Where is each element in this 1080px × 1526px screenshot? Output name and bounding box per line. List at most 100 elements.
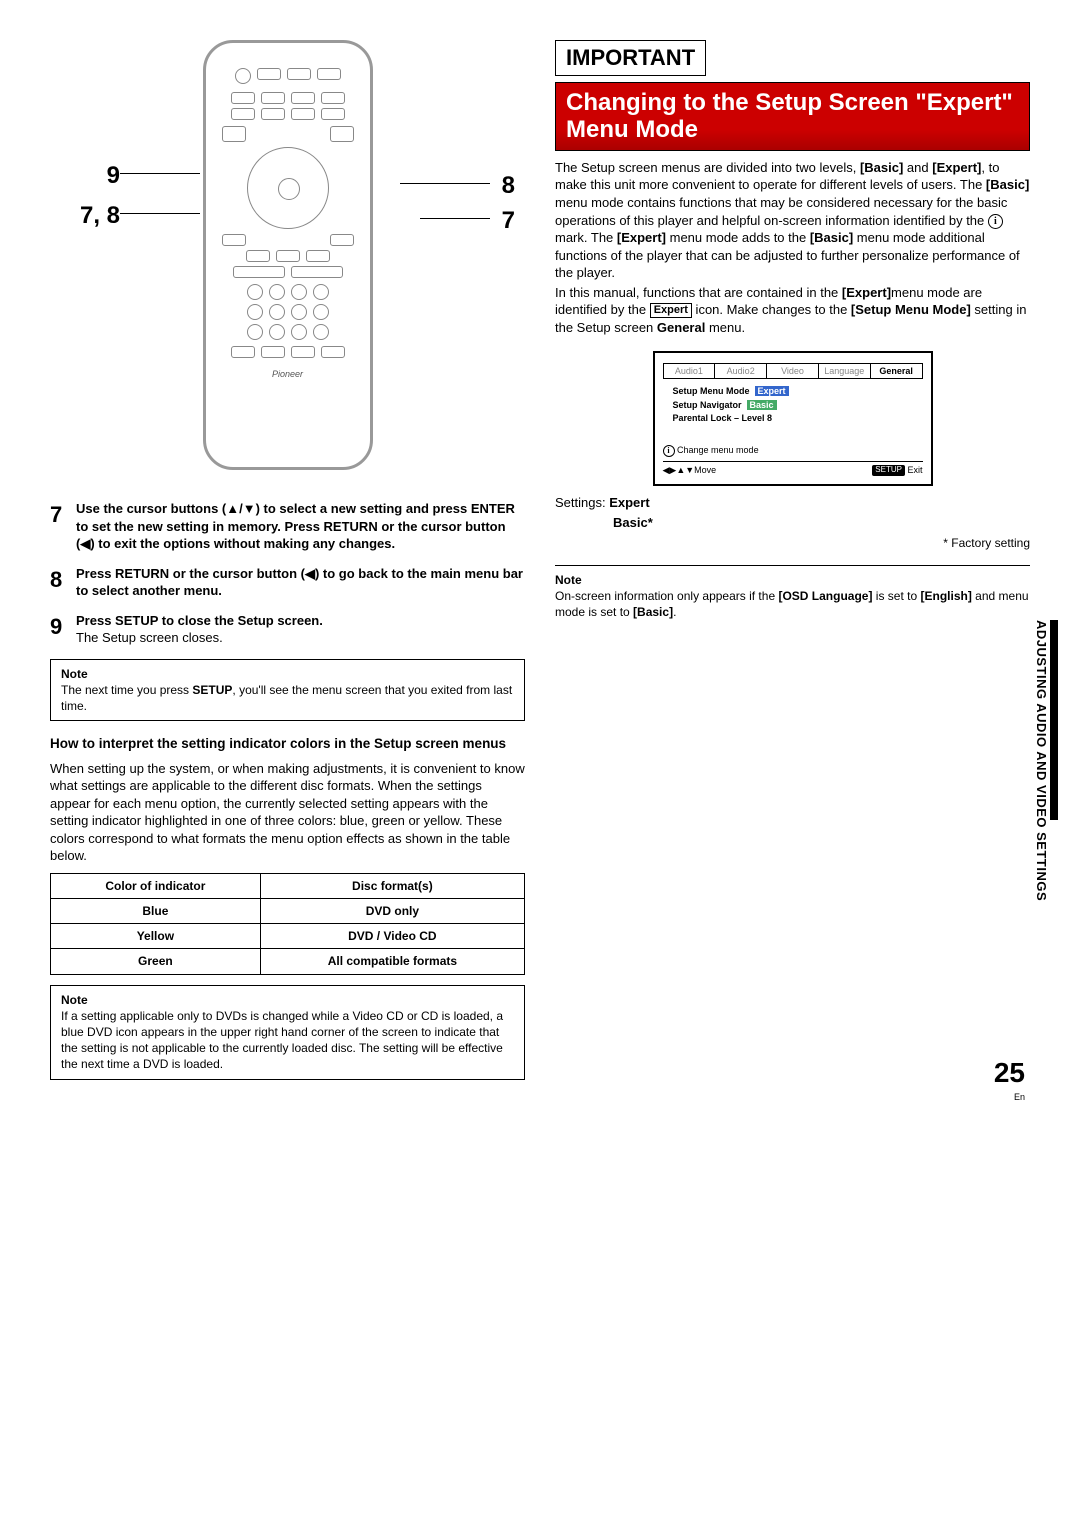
text-bold: [Setup Menu Mode] xyxy=(851,302,971,317)
setup-badge-icon: SETUP xyxy=(872,465,905,476)
left-column: 9 7, 8 8 7 Pioneer xyxy=(50,40,525,1094)
table-header: Disc format(s) xyxy=(260,873,524,898)
note-title: Note xyxy=(555,572,1030,588)
osd-screenshot: Audio1 Audio2 Video Language General Set… xyxy=(555,351,1030,485)
page-number-block: 25 En xyxy=(994,1054,1025,1104)
osd-help: i Change menu mode xyxy=(663,444,923,457)
note-text: On-screen information only appears if th… xyxy=(555,589,778,603)
text: menu. xyxy=(705,320,745,335)
remote-diagram: 9 7, 8 8 7 Pioneer xyxy=(50,40,525,470)
note-text: The next time you press xyxy=(61,683,192,697)
note-bold: [English] xyxy=(921,589,972,603)
osd-line: Setup Menu Mode Expert xyxy=(673,385,923,397)
steps-list: 7 Use the cursor buttons (▲/▼) to select… xyxy=(50,500,525,647)
text: menu mode adds to the xyxy=(666,230,810,245)
callout-line xyxy=(120,213,200,214)
table-cell: Green xyxy=(51,949,261,974)
osd-footer: ◀▶▲▼Move SETUP Exit xyxy=(663,461,923,476)
text: In this manual, functions that are conta… xyxy=(555,285,842,300)
callout-line xyxy=(120,173,200,174)
table-header: Color of indicator xyxy=(51,873,261,898)
step-number: 7 xyxy=(50,500,76,553)
info-icon: i xyxy=(663,445,675,457)
callout-line xyxy=(420,218,490,219)
text: icon. Make changes to the xyxy=(692,302,851,317)
note-box-1: Note The next time you press SETUP, you'… xyxy=(50,659,525,722)
page-number: 25 xyxy=(994,1054,1025,1092)
expert-badge-icon: Expert xyxy=(650,303,692,318)
step-9: 9 Press SETUP to close the Setup screen.… xyxy=(50,612,525,647)
settings-line-1: Settings: Expert xyxy=(555,494,1030,512)
note-title: Note xyxy=(61,992,514,1008)
osd-label: Setup Menu Mode xyxy=(673,386,750,396)
table-cell: DVD only xyxy=(260,899,524,924)
text: menu mode contains functions that may be… xyxy=(555,195,1007,228)
info-icon: i xyxy=(988,214,1003,229)
text: mark. The xyxy=(555,230,617,245)
note-box-3: Note On-screen information only appears … xyxy=(555,565,1030,621)
osd-tab: Audio1 xyxy=(664,364,716,378)
text-bold: [Basic] xyxy=(860,160,903,175)
osd-label: Parental Lock – Level 8 xyxy=(673,413,773,423)
page-edge-tab xyxy=(1050,620,1058,820)
table-row: YellowDVD / Video CD xyxy=(51,924,525,949)
right-paragraph-1: The Setup screen menus are divided into … xyxy=(555,159,1030,282)
text-bold: General xyxy=(657,320,705,335)
osd-footer-exit: SETUP Exit xyxy=(872,464,922,476)
step-number: 8 xyxy=(50,565,76,600)
settings-line-2: Basic* xyxy=(555,514,1030,532)
osd-line: Parental Lock – Level 8 xyxy=(673,412,923,424)
note-text: is set to xyxy=(872,589,920,603)
text-bold: [Expert] xyxy=(932,160,981,175)
right-column: IMPORTANT Changing to the Setup Screen "… xyxy=(555,40,1030,1094)
table-cell: Yellow xyxy=(51,924,261,949)
callout-line xyxy=(400,183,490,184)
callout-9: 9 xyxy=(50,160,120,192)
text-bold: [Basic] xyxy=(810,230,853,245)
factory-setting-note: * Factory setting xyxy=(555,535,1030,551)
step-8: 8 Press RETURN or the cursor button (◀) … xyxy=(50,565,525,600)
osd-tab: Language xyxy=(819,364,871,378)
side-chapter-title: ADJUSTING AUDIO AND VIDEO SETTINGS xyxy=(1032,620,1050,901)
table-cell: All compatible formats xyxy=(260,949,524,974)
color-table: Color of indicatorDisc format(s) BlueDVD… xyxy=(50,873,525,975)
callout-78: 7, 8 xyxy=(50,200,120,232)
text-bold: [Expert] xyxy=(617,230,666,245)
remote-control-outline: Pioneer xyxy=(203,40,373,470)
note-bold: SETUP xyxy=(192,683,232,697)
note-text: . xyxy=(673,605,676,619)
osd-help-text: Change menu mode xyxy=(677,445,759,455)
step-number: 9 xyxy=(50,612,76,647)
callout-7: 7 xyxy=(502,205,515,237)
step-text-plain: The Setup screen closes. xyxy=(76,630,223,645)
osd-label: Setup Navigator xyxy=(673,400,742,410)
step-text-bold: Press SETUP to close the Setup screen. xyxy=(76,613,323,628)
note-bold: [Basic] xyxy=(633,605,673,619)
step-text: Use the cursor buttons (▲/▼) to select a… xyxy=(76,501,515,551)
osd-tab: Video xyxy=(767,364,819,378)
step-7: 7 Use the cursor buttons (▲/▼) to select… xyxy=(50,500,525,553)
text: and xyxy=(903,160,932,175)
step-text: Press RETURN or the cursor button (◀) to… xyxy=(76,566,523,599)
osd-tab: Audio2 xyxy=(715,364,767,378)
table-cell: DVD / Video CD xyxy=(260,924,524,949)
osd-tabs: Audio1 Audio2 Video Language General xyxy=(663,363,923,379)
osd-tab-active: General xyxy=(871,364,922,378)
page-columns: 9 7, 8 8 7 Pioneer xyxy=(50,40,1030,1094)
important-badge: IMPORTANT xyxy=(555,40,706,76)
table-cell: Blue xyxy=(51,899,261,924)
note-title: Note xyxy=(61,666,514,682)
callout-8: 8 xyxy=(502,170,515,202)
osd-value: Expert xyxy=(755,386,789,396)
colors-heading: How to interpret the setting indicator c… xyxy=(50,735,525,753)
colors-body: When setting up the system, or when maki… xyxy=(50,760,525,865)
note-text: If a setting applicable only to DVDs is … xyxy=(61,1009,503,1072)
table-row: BlueDVD only xyxy=(51,899,525,924)
remote-logo: Pioneer xyxy=(216,368,360,380)
section-title: Changing to the Setup Screen "Expert" Me… xyxy=(555,82,1030,151)
note-box-2: Note If a setting applicable only to DVD… xyxy=(50,985,525,1080)
text-bold: [Basic] xyxy=(986,177,1029,192)
osd-value: Basic xyxy=(747,400,777,410)
text-bold: [Expert] xyxy=(842,285,891,300)
note-bold: [OSD Language] xyxy=(778,589,872,603)
